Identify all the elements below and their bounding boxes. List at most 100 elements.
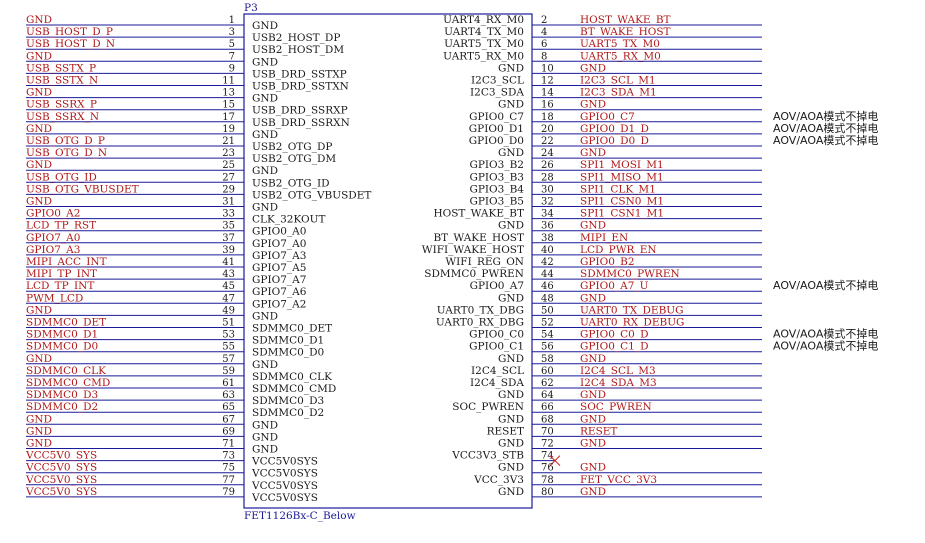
left-pin-name: GND xyxy=(252,56,278,68)
left-pin-name: GPIO0_A0 xyxy=(252,226,306,238)
right-pin-name: GND xyxy=(498,389,524,401)
left-pin-name: GND xyxy=(252,419,278,431)
right-pin-name: BT_WAKE_HOST xyxy=(433,232,524,244)
left-pin-number: 69 xyxy=(222,426,235,437)
right-pin-number: 10 xyxy=(541,63,554,74)
left-net-label: SDMMC0_D1 xyxy=(26,329,98,341)
right-pin-name: GPIO3_B2 xyxy=(469,159,524,171)
left-pin-name: VCC5V0SYS xyxy=(251,492,318,504)
right-pin-number: 60 xyxy=(541,366,554,377)
left-pin-name: SDMMC0_D1 xyxy=(252,335,324,347)
left-pin-name: GND xyxy=(252,129,278,141)
left-pin-name: VCC5V0SYS xyxy=(251,456,318,468)
left-net-label: GND xyxy=(26,87,52,99)
left-pin-name: GPIO7_A6 xyxy=(252,286,307,298)
left-net-label: LCD_TP_INT xyxy=(26,280,94,292)
right-pin-name: I2C4_SCL xyxy=(471,365,524,377)
left-net-label: USB_SSTX_N xyxy=(26,75,98,87)
right-net-label: UART0_TX_DEBUG xyxy=(580,304,684,316)
right-pin-number: 44 xyxy=(541,269,554,280)
right-pin-number: 6 xyxy=(541,39,547,50)
right-pin-number: 24 xyxy=(541,148,554,159)
left-net-label: MIPI_ACC_INT xyxy=(26,256,107,268)
right-pin-number: 20 xyxy=(541,124,554,135)
left-pin-name: USB_DRD_SSTXP xyxy=(252,68,347,80)
right-pin-number: 38 xyxy=(541,233,554,244)
right-pin-group: UART4_RX_M0 2 HOST_WAKE_BT UART4_TX_M0 4 BT_W… xyxy=(422,14,879,498)
right-pin-number: 64 xyxy=(541,390,554,401)
left-net-label: LCD_TP_RST xyxy=(26,220,96,232)
right-pin-name: UART0_RX_DBG xyxy=(436,317,524,329)
left-pin-name: USB2_OTG_DM xyxy=(252,153,336,165)
left-net-label: SDMMC0_D2 xyxy=(26,401,98,413)
right-pin-name: GPIO3_B3 xyxy=(469,171,524,183)
left-pin-number: 31 xyxy=(222,197,235,208)
right-pin-number: 14 xyxy=(541,88,554,99)
power-domain-note: AOV/AOA模式不掉电 xyxy=(773,133,878,147)
left-pin-number: 11 xyxy=(222,76,235,87)
left-pin-number: 9 xyxy=(229,63,235,74)
right-pin-number: 2 xyxy=(541,15,547,26)
left-pin-number: 59 xyxy=(222,366,235,377)
left-pin-name: CLK_32KOUT xyxy=(252,214,326,226)
power-domain-note: AOV/AOA模式不掉电 xyxy=(773,327,878,341)
left-pin-name: GPIO7_A0 xyxy=(252,238,306,250)
right-net-label: GND xyxy=(580,462,606,474)
right-net-label: I2C4_SDA_M3 xyxy=(580,377,657,389)
left-pin-number: 5 xyxy=(229,39,235,50)
right-net-label: SPI1_MISO_M1 xyxy=(580,171,664,183)
left-pin-number: 41 xyxy=(222,257,235,268)
right-pin-name: WIFI_REG_ON xyxy=(445,256,524,268)
left-net-label: GND xyxy=(26,159,52,171)
right-net-label: FET_VCC_3V3 xyxy=(580,474,657,486)
left-pin-name: SDMMC0_D0 xyxy=(252,347,324,359)
left-pin-number: 73 xyxy=(222,451,235,462)
left-pin-name: SDMMC0_D3 xyxy=(252,395,324,407)
right-pin-name: I2C4_SDA xyxy=(470,377,524,389)
right-net-label: GPIO0_D0_D xyxy=(580,135,649,147)
right-pin-name: GND xyxy=(498,353,524,365)
right-pin-number: 72 xyxy=(541,439,554,450)
left-net-label: USB_SSRX_N xyxy=(26,111,99,123)
left-pin-name: GPIO7_A3 xyxy=(252,250,306,262)
power-domain-note: AOV/AOA模式不掉电 xyxy=(773,109,878,123)
left-pin-number: 21 xyxy=(222,136,235,147)
right-pin-number: 58 xyxy=(541,354,554,365)
left-pin-number: 53 xyxy=(222,330,235,341)
schematic-sheet: P3 FET1126Bx-C_Below GND 1 GND USB_HOST_D_P… xyxy=(0,0,925,543)
right-net-label: RESET xyxy=(580,425,617,437)
left-net-label: USB_HOST_D_P xyxy=(26,26,113,38)
left-net-label: VCC5V0_SYS xyxy=(25,462,97,474)
right-pin-name: SOC_PWREN xyxy=(452,401,524,413)
left-pin-number: 29 xyxy=(222,184,235,195)
left-pin-number: 75 xyxy=(222,463,235,474)
left-pin-group: GND 1 GNDUSB_HOST_D_P 3 USB2_HOST_DPUSB_HOST… xyxy=(25,14,371,504)
left-pin-name: SDMMC0_CLK xyxy=(252,371,332,383)
left-net-label: USB_OTG_ID xyxy=(26,171,97,183)
power-domain-note: AOV/AOA模式不掉电 xyxy=(773,121,878,135)
right-pin-number: 22 xyxy=(541,136,554,147)
right-pin-number: 56 xyxy=(541,342,554,353)
left-pin-number: 43 xyxy=(222,269,235,280)
left-pin-name: USB_DRD_SSTXN xyxy=(252,81,349,93)
left-pin-name: GND xyxy=(252,359,278,371)
left-pin-number: 13 xyxy=(222,88,235,99)
left-pin-number: 51 xyxy=(222,318,235,329)
right-net-label: SOC_PWREN xyxy=(580,401,652,413)
left-pin-name: GPIO7_A5 xyxy=(252,262,306,274)
left-pin-name: USB_DRD_SSRXP xyxy=(252,105,348,117)
left-net-label: USB_OTG_VBUSDET xyxy=(26,183,139,195)
right-net-label: GND xyxy=(580,99,606,111)
right-net-label: GPIO0_C0_D xyxy=(580,329,649,341)
left-pin-name: VCC5V0SYS xyxy=(251,480,318,492)
right-net-label: I2C3_SCL_M1 xyxy=(580,75,656,87)
right-pin-name: SDMMC0_PWREN xyxy=(424,268,524,280)
left-pin-name: USB2_OTG_DP xyxy=(252,141,332,153)
right-pin-name: GND xyxy=(498,438,524,450)
left-pin-number: 65 xyxy=(222,402,235,413)
right-net-label: SPI1_CLK_M1 xyxy=(580,183,656,195)
right-net-label: SPI1_CSN1_M1 xyxy=(580,208,664,220)
right-pin-number: 50 xyxy=(541,305,554,316)
right-net-label: GND xyxy=(580,292,606,304)
left-pin-name: GPIO7_A2 xyxy=(252,298,306,310)
